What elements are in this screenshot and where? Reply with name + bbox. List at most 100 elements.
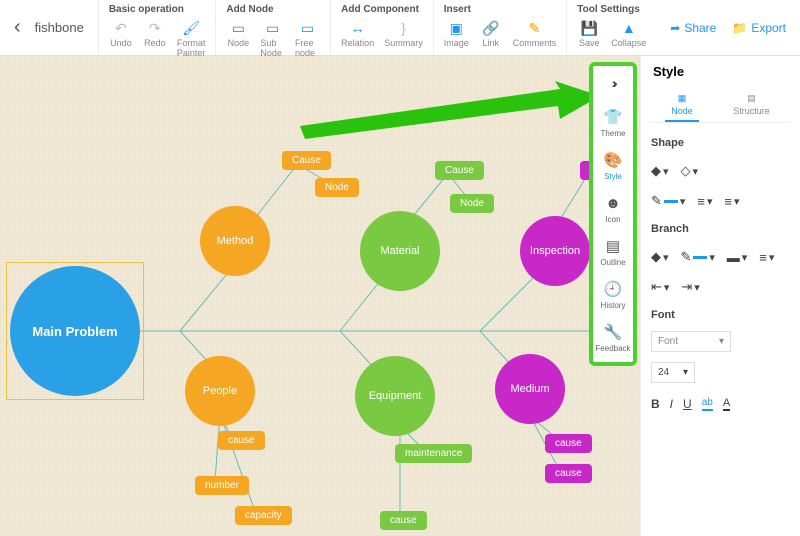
tag-method-cause[interactable]: Cause bbox=[282, 151, 331, 170]
tool-format-painter[interactable]: 🖌Format Painter bbox=[177, 19, 206, 58]
italic-button[interactable]: I bbox=[670, 397, 673, 411]
sub-node-icon: ▭ bbox=[264, 19, 282, 37]
tool-label: Link bbox=[482, 38, 499, 48]
font-family-select[interactable]: Font▾ bbox=[651, 331, 731, 352]
rail-outline[interactable]: ▤Outline bbox=[600, 233, 625, 270]
top-toolbar: ‹ fishbone Basic operation ↶Undo ↷Redo 🖌For… bbox=[0, 0, 800, 56]
branch-weight-picker[interactable]: ≡▾ bbox=[759, 249, 774, 265]
branch-color-picker[interactable]: ✎▾ bbox=[680, 249, 714, 265]
tool-undo[interactable]: ↶Undo bbox=[109, 19, 133, 58]
rail-label: Icon bbox=[605, 215, 620, 224]
shape-line1-picker[interactable]: ≡▾ bbox=[697, 193, 712, 209]
group-title: Tool Settings bbox=[577, 4, 646, 15]
back-button[interactable]: ‹ bbox=[14, 16, 21, 39]
underline-button[interactable]: U bbox=[683, 397, 692, 411]
section-branch: Branch bbox=[651, 223, 790, 235]
file-name: fishbone bbox=[35, 20, 84, 35]
shape-border-picker[interactable]: ✎▾ bbox=[651, 193, 685, 209]
summary-icon: } bbox=[394, 19, 412, 37]
tool-comments[interactable]: ✎Comments bbox=[513, 19, 557, 48]
feedback-icon: 🔧 bbox=[603, 322, 623, 342]
tool-summary[interactable]: }Summary bbox=[384, 19, 423, 48]
group-title: Basic operation bbox=[109, 4, 206, 15]
tool-label: Image bbox=[444, 38, 469, 48]
node-icon: ▭ bbox=[229, 19, 247, 37]
branch-indent-left[interactable]: ⇤▾ bbox=[651, 279, 669, 295]
tab-structure[interactable]: ▤Structure bbox=[727, 89, 776, 122]
tool-label: Summary bbox=[384, 38, 423, 48]
rail-label: Theme bbox=[601, 129, 626, 138]
shape-fill-picker[interactable]: ◆▾ bbox=[651, 163, 668, 179]
tool-redo[interactable]: ↷Redo bbox=[143, 19, 167, 58]
tag-material-node[interactable]: Node bbox=[450, 194, 494, 213]
rail-feedback[interactable]: 🔧 Feedback bbox=[595, 319, 630, 356]
image-icon: ▣ bbox=[447, 19, 465, 37]
tag-material-cause[interactable]: Cause bbox=[435, 161, 484, 180]
shape-line2-picker[interactable]: ≡▾ bbox=[724, 193, 739, 209]
save-icon: 💾 bbox=[580, 19, 598, 37]
node-method[interactable]: Method bbox=[200, 206, 270, 276]
branch-indent-right[interactable]: ⇥▾ bbox=[681, 279, 699, 295]
tag-equipment-maint[interactable]: maintenance bbox=[395, 444, 472, 463]
export-button[interactable]: 📁Export bbox=[732, 21, 786, 35]
tag-method-node[interactable]: Node bbox=[315, 178, 359, 197]
tool-label: Save bbox=[579, 38, 600, 48]
tool-label: Free node bbox=[295, 38, 320, 58]
rail-history[interactable]: 🕘History bbox=[601, 276, 626, 313]
branch-style-picker[interactable]: ▬▾ bbox=[727, 249, 747, 265]
section-shape: Shape bbox=[651, 137, 790, 149]
side-rail: ››👕Theme🎨Style☻Icon▤Outline🕘History🔧Feed… bbox=[589, 62, 637, 366]
tool-label: Node bbox=[228, 38, 250, 48]
diagram-canvas[interactable]: Main Problem Method Cause Node Material … bbox=[0, 56, 640, 536]
tool-label: Comments bbox=[513, 38, 557, 48]
tab-node[interactable]: ▦Node bbox=[665, 89, 699, 122]
share-button[interactable]: ➦Share bbox=[670, 21, 716, 35]
shape-style-picker[interactable]: ◇▾ bbox=[680, 163, 697, 179]
bold-button[interactable]: B bbox=[651, 397, 660, 411]
style-panel: Style ▦Node ▤Structure Shape ◆▾ ◇▾ ✎▾ ≡▾… bbox=[640, 56, 800, 536]
node-material[interactable]: Material bbox=[360, 211, 440, 291]
tool-label: Relation bbox=[341, 38, 374, 48]
relation-icon: ↔ bbox=[349, 19, 367, 37]
tool-label: Redo bbox=[144, 38, 166, 48]
tag-medium-cause2[interactable]: cause bbox=[545, 464, 592, 483]
font-size-select[interactable]: 24▾ bbox=[651, 362, 695, 383]
branch-fill-picker[interactable]: ◆▾ bbox=[651, 249, 668, 265]
tool-node[interactable]: ▭Node bbox=[226, 19, 250, 58]
rail-icon[interactable]: ☻ Icon bbox=[603, 190, 623, 227]
text-color-button[interactable]: ab bbox=[702, 397, 713, 411]
node-people[interactable]: People bbox=[185, 356, 255, 426]
tag-equipment-cause[interactable]: cause bbox=[380, 511, 427, 530]
rail-label: Feedback bbox=[595, 344, 630, 353]
tool-link[interactable]: 🔗Link bbox=[479, 19, 503, 48]
tool-collapse[interactable]: ▲Collapse bbox=[611, 19, 646, 48]
node-medium[interactable]: Medium bbox=[495, 354, 565, 424]
tag-people-capacity[interactable]: capacity bbox=[235, 506, 292, 525]
export-icon: 📁 bbox=[732, 21, 747, 35]
tool-save[interactable]: 💾Save bbox=[577, 19, 601, 48]
annotation-arrow bbox=[300, 81, 600, 161]
rail-label: Style bbox=[604, 172, 622, 181]
rail-theme[interactable]: 👕Theme bbox=[601, 104, 626, 141]
tool-free-node[interactable]: ▭Free node bbox=[295, 19, 320, 58]
tool-sub-node[interactable]: ▭Sub Node bbox=[260, 19, 285, 58]
redo-icon: ↷ bbox=[146, 19, 164, 37]
icon-icon: ☻ bbox=[603, 193, 623, 213]
tool-image[interactable]: ▣Image bbox=[444, 19, 469, 48]
share-icon: ➦ bbox=[670, 21, 680, 35]
tool-relation[interactable]: ↔Relation bbox=[341, 19, 374, 48]
text-color2-button[interactable]: A bbox=[723, 397, 730, 411]
undo-icon: ↶ bbox=[112, 19, 130, 37]
tag-people-number[interactable]: number bbox=[195, 476, 249, 495]
node-main-problem[interactable]: Main Problem bbox=[10, 266, 140, 396]
rail-style[interactable]: 🎨 Style bbox=[603, 147, 623, 184]
panel-title: Style bbox=[653, 64, 790, 79]
style-icon: 🎨 bbox=[603, 150, 623, 170]
node-equipment[interactable]: Equipment bbox=[355, 356, 435, 436]
rail-label: Outline bbox=[600, 258, 625, 267]
tag-medium-cause[interactable]: cause bbox=[545, 434, 592, 453]
collapse-icon: ▲ bbox=[620, 19, 638, 37]
tool-label: Format Painter bbox=[177, 38, 206, 58]
tag-people-cause[interactable]: cause bbox=[218, 431, 265, 450]
node-inspection[interactable]: Inspection bbox=[520, 216, 590, 286]
